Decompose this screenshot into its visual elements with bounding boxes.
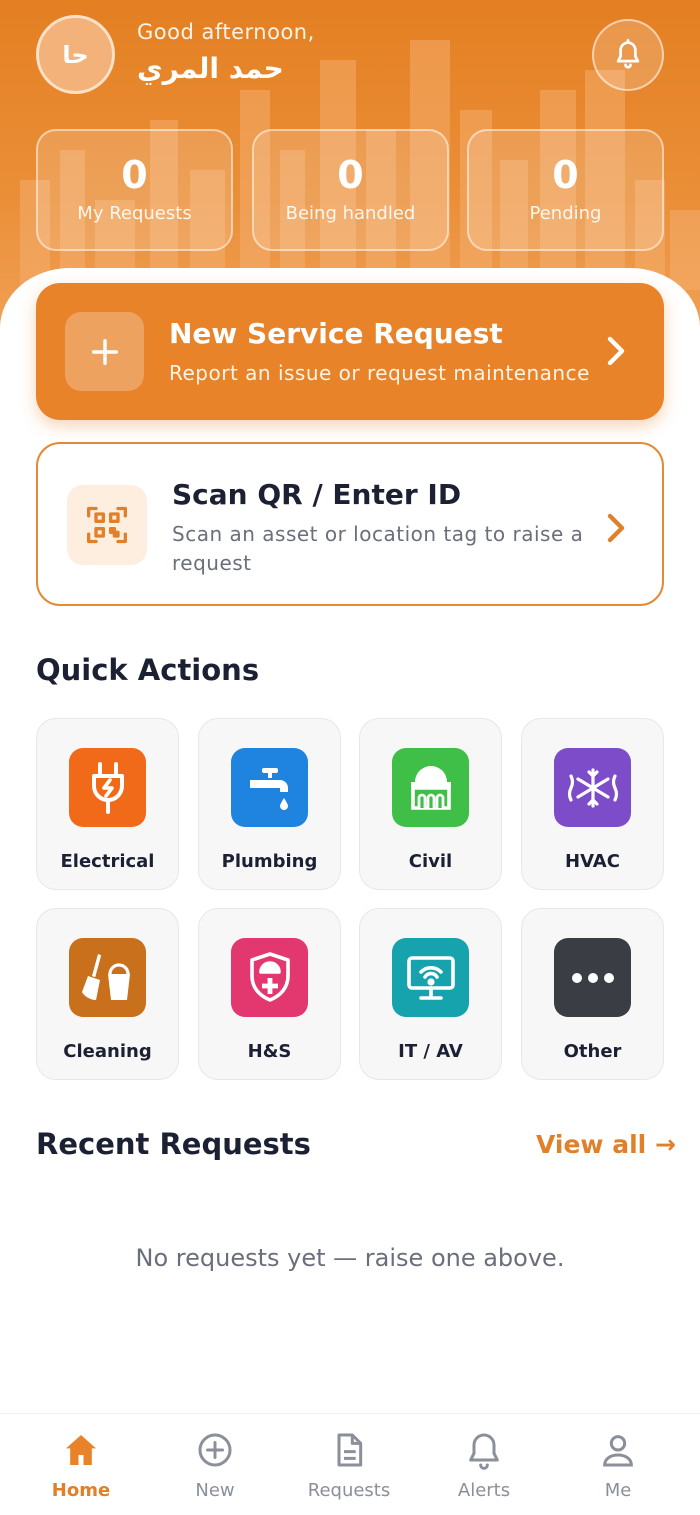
chevron-right-icon (607, 513, 625, 543)
document-icon (337, 1433, 363, 1467)
quick-action-hvac[interactable]: HVAC (521, 718, 664, 890)
quick-action-label: HVAC (565, 851, 620, 872)
tab-label: New (195, 1480, 235, 1501)
bottom-tab-bar: Home New Requests Alerts Me (0, 1413, 700, 1515)
chevron-right-icon (607, 336, 625, 366)
scan-subtitle: Scan an asset or location tag to raise a… (172, 522, 584, 575)
quick-actions-title: Quick Actions (36, 653, 260, 687)
stat-label: Being handled (285, 203, 416, 224)
quick-action-plumbing[interactable]: Plumbing (198, 718, 341, 890)
tab-label: Me (604, 1480, 632, 1501)
scan-title: Scan QR / Enter ID (172, 478, 462, 511)
stat-value: 0 (337, 153, 364, 197)
hard-hat-building-icon (392, 748, 469, 827)
quick-action-electrical[interactable]: Electrical (36, 718, 179, 890)
new-request-title: New Service Request (169, 317, 503, 350)
user-name: حمد المري (137, 52, 284, 85)
tab-me[interactable]: Me (548, 1414, 688, 1515)
tab-requests[interactable]: Requests (279, 1414, 419, 1515)
tab-new[interactable]: New (145, 1414, 285, 1515)
stat-being-handled[interactable]: 0 Being handled (252, 129, 449, 251)
notifications-button[interactable] (592, 19, 664, 91)
quick-action-label: Plumbing (221, 851, 318, 872)
stat-value: 0 (121, 153, 148, 197)
stat-label: Pending (529, 203, 602, 224)
quick-action-civil[interactable]: Civil (359, 718, 502, 890)
quick-action-it-av[interactable]: IT / AV (359, 908, 502, 1080)
tab-label: Home (51, 1480, 111, 1501)
home-icon (66, 1435, 96, 1465)
tab-label: Alerts (457, 1480, 511, 1501)
shield-hardhat-icon (231, 938, 308, 1017)
greeting-text: Good afternoon, (137, 20, 315, 44)
quick-action-label: Other (563, 1041, 622, 1062)
plus-icon (65, 312, 144, 391)
quick-action-label: H&S (247, 1041, 292, 1062)
more-dots-icon (554, 938, 631, 1017)
tab-alerts[interactable]: Alerts (414, 1414, 554, 1515)
new-service-request-card[interactable]: New Service Request Report an issue or r… (36, 283, 664, 420)
empty-state-text: No requests yet — raise one above. (135, 1244, 565, 1272)
plug-icon (69, 748, 146, 827)
broom-bucket-icon (69, 938, 146, 1017)
stat-label: My Requests (77, 203, 192, 224)
scan-qr-card[interactable]: Scan QR / Enter ID Scan an asset or loca… (36, 442, 664, 606)
stat-my-requests[interactable]: 0 My Requests (36, 129, 233, 251)
quick-action-other[interactable]: Other (521, 908, 664, 1080)
new-request-subtitle: Report an issue or request maintenance (169, 361, 590, 385)
faucet-icon (231, 748, 308, 827)
avatar[interactable]: حا (36, 15, 115, 94)
quick-action-label: Civil (408, 851, 453, 872)
tab-label: Requests (307, 1480, 391, 1501)
recent-requests-title: Recent Requests (36, 1127, 311, 1161)
bell-icon (616, 39, 640, 69)
quick-action-label: Cleaning (63, 1041, 152, 1062)
tab-home[interactable]: Home (11, 1414, 151, 1515)
snowflake-icon (554, 748, 631, 827)
quick-action-cleaning[interactable]: Cleaning (36, 908, 179, 1080)
view-all-link[interactable]: View all → (536, 1130, 676, 1159)
qr-scan-icon (67, 485, 147, 565)
plus-circle-icon (198, 1433, 232, 1467)
user-icon (603, 1435, 633, 1467)
quick-action-label: Electrical (60, 851, 155, 872)
quick-action-label: IT / AV (398, 1041, 463, 1062)
bell-icon (469, 1433, 499, 1470)
quick-action-hs[interactable]: H&S (198, 908, 341, 1080)
monitor-wifi-icon (392, 938, 469, 1017)
stat-value: 0 (552, 153, 579, 197)
stat-pending[interactable]: 0 Pending (467, 129, 664, 251)
